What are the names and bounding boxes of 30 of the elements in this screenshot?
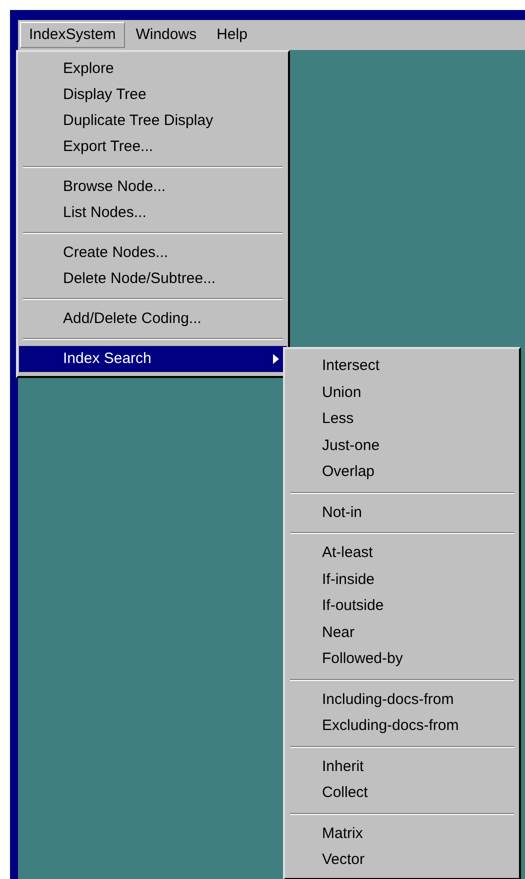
menu-item[interactable]: List Nodes... bbox=[19, 200, 287, 226]
submenu-item[interactable]: If-inside bbox=[286, 566, 518, 593]
menu-item[interactable]: Export Tree... bbox=[19, 134, 287, 160]
submenu-item[interactable]: Vector bbox=[286, 847, 518, 874]
submenu-item[interactable]: Overlap bbox=[286, 459, 518, 486]
menu-item[interactable]: Browse Node... bbox=[19, 174, 287, 200]
submenu-item[interactable]: Near bbox=[286, 620, 518, 646]
menu-item[interactable]: Delete Node/Subtree... bbox=[19, 266, 287, 292]
submenu-item[interactable]: Intersect bbox=[286, 353, 518, 380]
submenu-item[interactable]: Less bbox=[286, 406, 518, 432]
submenu-item[interactable]: Followed-by bbox=[286, 646, 518, 672]
menu-bar-item[interactable]: Windows bbox=[126, 22, 206, 48]
submenu-item[interactable]: Just-one bbox=[286, 432, 518, 459]
submenu-item[interactable]: Not-in bbox=[286, 500, 518, 526]
submenu-item[interactable]: Union bbox=[286, 380, 518, 406]
submenu-item[interactable]: If-outside bbox=[286, 593, 518, 620]
menu-item[interactable]: Index Search bbox=[19, 346, 287, 372]
menu-item[interactable]: Display Tree bbox=[19, 82, 287, 108]
menu-item[interactable]: Duplicate Tree Display bbox=[19, 108, 287, 134]
menu-bar-item[interactable]: Help bbox=[208, 22, 256, 48]
submenu-item[interactable]: Inherit bbox=[286, 754, 518, 780]
submenu-item[interactable]: Collect bbox=[286, 780, 518, 806]
menu-item[interactable]: Explore bbox=[19, 56, 287, 82]
menu-item[interactable]: Create Nodes... bbox=[19, 240, 287, 266]
submenu-item[interactable]: Matrix bbox=[286, 820, 518, 847]
submenu-item[interactable]: Including-docs-from bbox=[286, 686, 518, 713]
submenu-item[interactable]: Excluding-docs-from bbox=[286, 713, 518, 740]
submenu-item[interactable]: At-least bbox=[286, 540, 518, 566]
menu-bar-item[interactable]: IndexSystem bbox=[20, 22, 125, 48]
menu-item[interactable]: Add/Delete Coding... bbox=[19, 306, 287, 332]
